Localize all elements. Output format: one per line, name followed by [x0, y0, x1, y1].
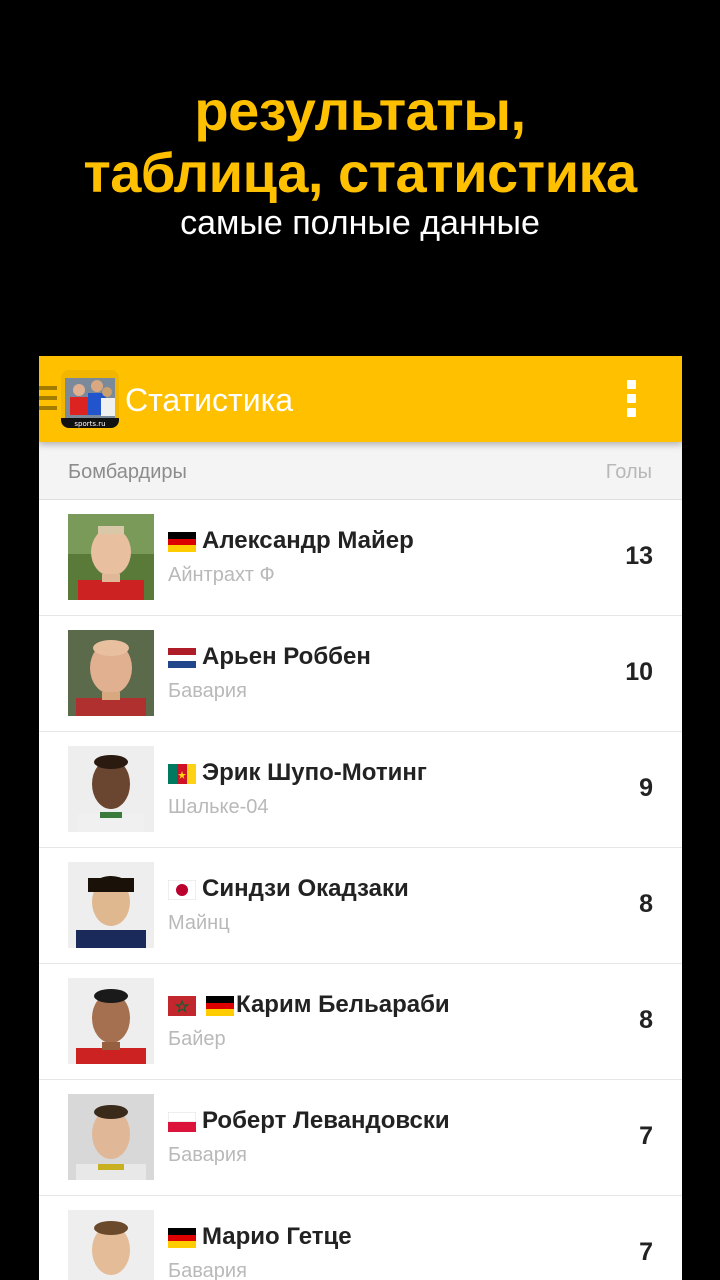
app-logo[interactable]: sports.ru	[61, 370, 119, 428]
nationality-flags	[167, 879, 202, 901]
promo-headline-line2: таблица, статистика	[83, 141, 637, 204]
nationality-flags	[168, 764, 202, 784]
goals-count: 7	[639, 1238, 653, 1266]
overflow-menu-icon[interactable]	[625, 380, 637, 420]
goals-count: 8	[639, 1006, 653, 1034]
player-team: Бавария	[168, 680, 247, 702]
app-bar-title: Статистика	[125, 382, 294, 418]
player-name: Арьен Роббен	[202, 643, 371, 670]
list-item[interactable]: Марио Гетце Бавария 7	[39, 1196, 682, 1280]
goals-count: 8	[639, 890, 653, 918]
goals-count: 9	[639, 774, 653, 802]
player-photo	[68, 630, 154, 716]
player-name: Марио Гетце	[202, 1223, 352, 1250]
nationality-flags	[168, 532, 202, 552]
player-team: Байер	[168, 1028, 226, 1050]
player-team: Шальке-04	[168, 796, 269, 818]
player-name: Карим Бельараби	[236, 991, 450, 1018]
player-team: Майнц	[168, 912, 230, 934]
player-name: Александр Майер	[202, 527, 414, 554]
player-photo	[68, 746, 154, 832]
app-screen: sports.ru Статистика Бомбардиры Голы Але…	[39, 356, 682, 1280]
player-team: Бавария	[168, 1144, 247, 1166]
player-team: Бавария	[168, 1260, 247, 1280]
list-header: Бомбардиры Голы	[39, 442, 682, 500]
list-item[interactable]: Эрик Шупо-Мотинг Шальке-04 9	[39, 732, 682, 848]
app-bar: sports.ru Статистика	[39, 356, 682, 442]
cameroon-flag-icon	[168, 764, 196, 784]
morocco-flag-icon	[168, 996, 196, 1016]
list-item[interactable]: Александр Майер Айнтрахт Ф 13	[39, 500, 682, 616]
player-name: Эрик Шупо-Мотинг	[202, 759, 427, 786]
nationality-flags	[168, 996, 240, 1016]
player-name: Роберт Левандовски	[202, 1107, 450, 1134]
nationality-flags	[168, 648, 202, 668]
goals-count: 13	[625, 542, 653, 570]
germany-flag-icon	[206, 996, 235, 1016]
list-item[interactable]: Роберт Левандовски Бавария 7	[39, 1080, 682, 1196]
player-photo	[68, 1094, 154, 1180]
nationality-flags	[168, 1228, 202, 1248]
netherlands-flag-icon	[168, 648, 196, 668]
player-photo	[68, 978, 154, 1064]
promo-headline-line1: результаты,	[194, 79, 526, 142]
player-photo	[68, 1210, 154, 1280]
japan-flag-icon	[167, 879, 197, 901]
player-team: Айнтрахт Ф	[168, 564, 275, 586]
list-item[interactable]: Арьен Роббен Бавария 10	[39, 616, 682, 732]
scorers-list: Александр Майер Айнтрахт Ф 13 Арьен Робб…	[39, 500, 682, 1280]
germany-flag-icon	[168, 532, 196, 552]
germany-flag-icon	[168, 1228, 196, 1248]
player-photo	[68, 862, 154, 948]
goals-count: 10	[625, 658, 653, 686]
player-name: Синдзи Окадзаки	[202, 875, 409, 902]
svg-text:sports.ru: sports.ru	[74, 420, 105, 428]
list-item[interactable]: Синдзи Окадзаки Майнц 8	[39, 848, 682, 964]
nationality-flags	[167, 1111, 202, 1132]
hamburger-menu-icon[interactable]	[39, 386, 57, 410]
scorers-header-label: Бомбардиры	[68, 461, 187, 483]
goals-header-label: Голы	[605, 461, 652, 483]
player-photo	[68, 514, 154, 600]
goals-count: 7	[639, 1122, 653, 1150]
promo-subtitle: самые полные данные	[180, 204, 540, 242]
list-item[interactable]: Карим Бельараби Байер 8	[39, 964, 682, 1080]
poland-flag-icon	[167, 1111, 197, 1132]
